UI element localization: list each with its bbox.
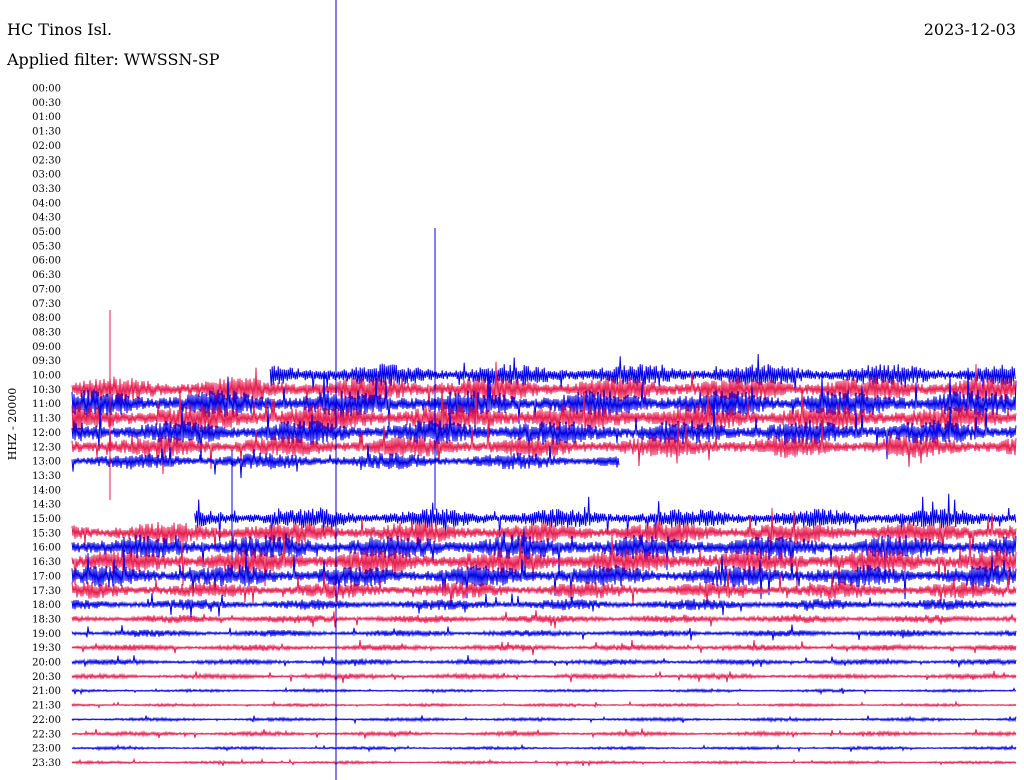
row-label-0030: 00:30: [32, 98, 61, 109]
row-label-2030: 20:30: [32, 672, 61, 683]
trace-2230: [71, 728, 1017, 739]
time-row-labels: 00:00 00:30 01:00 01:30 02:00 02:30 03:00 03:30…: [32, 84, 61, 769]
row-label-0130: 01:30: [32, 127, 61, 138]
date-label: 2023-12-03: [923, 20, 1016, 39]
row-label-0600: 06:00: [32, 256, 61, 267]
trace-2300: [71, 743, 1017, 753]
row-label-1900: 19:00: [32, 629, 61, 640]
row-label-1830: 18:30: [32, 614, 61, 625]
row-label-0530: 05:30: [32, 241, 61, 252]
trace-1800: [71, 593, 1017, 618]
row-label-1300: 13:00: [32, 457, 61, 468]
row-label-0300: 03:00: [32, 170, 61, 181]
row-label-1500: 15:00: [32, 514, 61, 525]
row-label-2130: 21:30: [32, 701, 61, 712]
row-label-0800: 08:00: [32, 313, 61, 324]
trace-2030: [71, 670, 1017, 684]
row-label-0630: 06:30: [32, 270, 61, 281]
trace-2200: [71, 715, 1017, 725]
row-label-0900: 09:00: [32, 342, 61, 353]
row-label-1430: 14:30: [32, 500, 61, 511]
y-axis-label: HHZ - 20000: [6, 388, 19, 461]
row-label-0100: 01:00: [32, 112, 61, 123]
seismic-traces: [71, 228, 1017, 768]
row-label-0730: 07:30: [32, 299, 61, 310]
row-label-1200: 12:00: [32, 428, 61, 439]
row-label-1930: 19:30: [32, 643, 61, 654]
row-label-1330: 13:30: [32, 471, 61, 482]
row-label-0500: 05:00: [32, 227, 61, 238]
row-label-0430: 04:30: [32, 213, 61, 224]
trace-2130: [71, 700, 1017, 709]
row-label-0330: 03:30: [32, 184, 61, 195]
row-label-1730: 17:30: [32, 586, 61, 597]
row-label-0230: 02:30: [32, 155, 61, 166]
row-label-1000: 10:00: [32, 371, 61, 382]
trace-2000: [71, 655, 1017, 668]
row-label-1400: 14:00: [32, 485, 61, 496]
row-label-0400: 04:00: [32, 198, 61, 209]
row-label-2100: 21:00: [32, 686, 61, 697]
seismogram-plot: 00:00 00:30 01:00 01:30 02:00 02:30 03:00 03:30…: [6, 0, 1017, 780]
row-label-1630: 16:30: [32, 557, 61, 568]
row-label-1100: 11:00: [32, 399, 61, 410]
row-label-0700: 07:00: [32, 284, 61, 295]
row-label-0000: 00:00: [32, 84, 61, 95]
station-title: HC Tinos Isl.: [7, 20, 113, 39]
row-label-0930: 09:30: [32, 356, 61, 367]
row-label-2000: 20:00: [32, 658, 61, 669]
row-label-1530: 15:30: [32, 528, 61, 539]
row-label-1800: 18:00: [32, 600, 61, 611]
row-label-0200: 02:00: [32, 141, 61, 152]
trace-2330: [71, 757, 1017, 768]
trace-2100: [71, 686, 1017, 696]
row-label-1700: 17:00: [32, 571, 61, 582]
row-label-1130: 11:30: [32, 414, 61, 425]
trace-1930: [71, 639, 1017, 656]
trace-1900: [71, 624, 1017, 641]
row-label-2330: 23:30: [32, 758, 61, 769]
row-label-1600: 16:00: [32, 543, 61, 554]
row-label-2300: 23:00: [32, 744, 61, 755]
row-label-1230: 12:30: [32, 442, 61, 453]
trace-1830: [71, 610, 1017, 629]
row-label-0830: 08:30: [32, 327, 61, 338]
row-label-2230: 22:30: [32, 729, 61, 740]
filter-subtitle: Applied filter: WWSSN-SP: [7, 50, 220, 69]
row-label-1030: 10:30: [32, 385, 61, 396]
row-label-2200: 22:00: [32, 715, 61, 726]
